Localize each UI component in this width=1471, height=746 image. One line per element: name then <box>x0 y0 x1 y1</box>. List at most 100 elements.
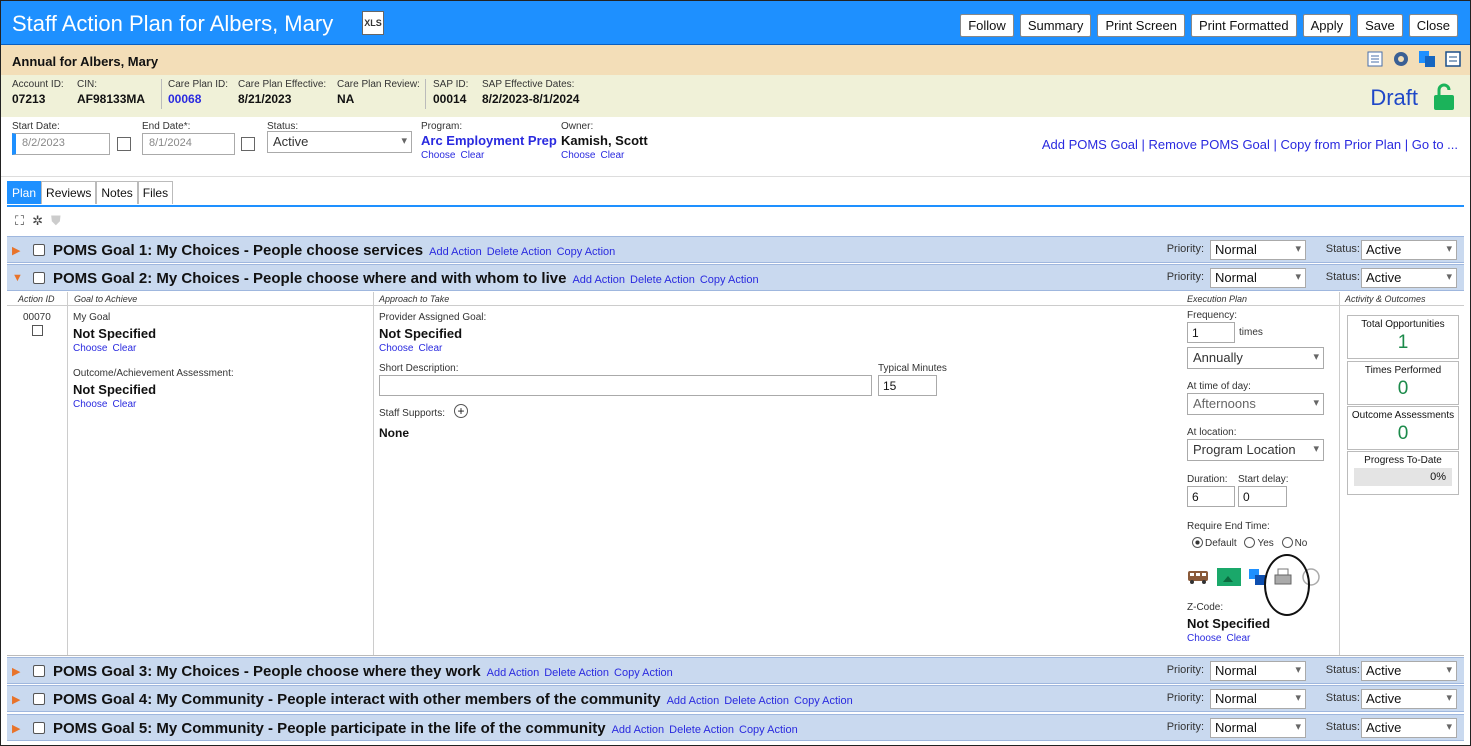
program-clear-link[interactable]: Clear <box>460 150 484 161</box>
provider-goal-clear-link[interactable]: Clear <box>418 343 442 354</box>
outcome-choose-link[interactable]: Choose <box>73 399 107 410</box>
xls-export-icon[interactable]: XLS <box>362 11 384 35</box>
goal-checkbox[interactable] <box>33 722 45 734</box>
owner-clear-link[interactable]: Clear <box>600 150 624 161</box>
expand-arrow-icon[interactable]: ▶ <box>12 665 20 678</box>
summary-button[interactable]: Summary <box>1019 14 1092 37</box>
outcome-assessments-box: Outcome Assessments 0 <box>1347 406 1459 450</box>
short-description-input[interactable] <box>379 375 872 396</box>
outcome-clear-link[interactable]: Clear <box>112 399 136 410</box>
progress-box: Progress To-Date 0% <box>1347 451 1459 495</box>
location-select[interactable]: Program Location <box>1187 439 1324 461</box>
close-button[interactable]: Close <box>1408 14 1458 37</box>
priority-select[interactable]: Normal <box>1210 689 1306 709</box>
copy-action-link[interactable]: Copy Action <box>614 667 673 679</box>
status-select[interactable]: Active <box>1361 268 1457 288</box>
subheader-icons <box>1366 50 1462 68</box>
zcode-clear-link[interactable]: Clear <box>1226 633 1250 644</box>
expand-all-icon[interactable]: ⛶ <box>15 213 24 229</box>
collapse-all-icon[interactable]: ✲ <box>32 213 43 229</box>
expand-arrow-icon[interactable]: ▶ <box>12 244 20 257</box>
status-select[interactable]: Active <box>1361 240 1457 260</box>
status-select[interactable]: Active <box>1361 661 1457 681</box>
start-delay-input[interactable]: 0 <box>1238 486 1287 507</box>
care-plan-id[interactable]: Care Plan ID: 00068 <box>168 79 228 106</box>
action-checkbox[interactable] <box>32 325 43 336</box>
provider-goal-choose-link[interactable]: Choose <box>379 343 413 354</box>
save-button[interactable]: Save <box>1357 14 1403 37</box>
typical-minutes-input[interactable]: 15 <box>878 375 937 396</box>
goal-row[interactable]: ▶ POMS Goal 3: My Choices - People choos… <box>7 657 1464 684</box>
tab-notes[interactable]: Notes <box>96 181 138 204</box>
goal-links[interactable]: Add POMS Goal | Remove POMS Goal | Copy … <box>1042 137 1458 152</box>
copy-icon[interactable] <box>1418 50 1436 68</box>
add-staff-support-icon[interactable]: + <box>454 404 468 418</box>
copy-action-link[interactable]: Copy Action <box>557 246 616 258</box>
image-icon[interactable] <box>1217 568 1241 589</box>
end-date-input[interactable]: 8/1/2024 <box>142 133 235 155</box>
apply-button[interactable]: Apply <box>1302 14 1352 37</box>
status-select[interactable]: Active <box>1361 718 1457 738</box>
program-choose-link[interactable]: Choose <box>421 150 455 161</box>
goal-row[interactable]: ▶ POMS Goal 4: My Community - People int… <box>7 685 1464 712</box>
unlocked-icon[interactable] <box>1432 83 1456 111</box>
goal-checkbox[interactable] <box>33 244 45 256</box>
radio-no[interactable] <box>1281 537 1293 548</box>
list-icon[interactable] <box>1366 50 1384 68</box>
owner-choose-link[interactable]: Choose <box>561 150 595 161</box>
add-action-link[interactable]: Add Action <box>667 695 720 707</box>
print-formatted-button[interactable]: Print Formatted <box>1190 14 1297 37</box>
my-goal-clear-link[interactable]: Clear <box>112 343 136 354</box>
copy-action-link[interactable]: Copy Action <box>739 724 798 736</box>
priority-select[interactable]: Normal <box>1210 718 1306 738</box>
calendar-icon[interactable] <box>117 137 131 151</box>
radio-default[interactable] <box>1192 537 1203 548</box>
copy-blue-icon[interactable] <box>1249 569 1265 588</box>
add-action-link[interactable]: Add Action <box>429 246 482 258</box>
tab-files[interactable]: Files <box>137 181 174 204</box>
duration-input[interactable]: 6 <box>1187 486 1235 507</box>
typical-minutes-label: Typical Minutes <box>878 363 947 374</box>
expand-arrow-icon[interactable]: ▶ <box>12 722 20 735</box>
goal-row[interactable]: ▶ POMS Goal 1: My Choices - People choos… <box>7 236 1464 263</box>
time-of-day-select[interactable]: Afternoons <box>1187 393 1324 415</box>
delete-action-link[interactable]: Delete Action <box>630 274 695 286</box>
goal-row[interactable]: ▼ POMS Goal 2: My Choices - People choos… <box>7 264 1464 291</box>
goal-checkbox[interactable] <box>33 272 45 284</box>
delete-action-link[interactable]: Delete Action <box>487 246 552 258</box>
tab-reviews[interactable]: Reviews <box>41 181 97 204</box>
document-icon[interactable] <box>1444 50 1462 68</box>
delete-action-link[interactable]: Delete Action <box>724 695 789 707</box>
follow-button[interactable]: Follow <box>960 14 1014 37</box>
goal-checkbox[interactable] <box>33 693 45 705</box>
status-select[interactable]: Active <box>267 131 412 153</box>
collapse-arrow-icon[interactable]: ▼ <box>12 272 23 284</box>
add-action-link[interactable]: Add Action <box>612 724 665 736</box>
delete-action-link[interactable]: Delete Action <box>544 667 609 679</box>
print-screen-button[interactable]: Print Screen <box>1097 14 1185 37</box>
add-action-link[interactable]: Add Action <box>487 667 540 679</box>
frequency-input[interactable]: 1 <box>1187 322 1235 343</box>
status-select[interactable]: Active <box>1361 689 1457 709</box>
radio-yes[interactable] <box>1244 537 1256 548</box>
start-date-input[interactable]: 8/2/2023 <box>12 133 110 155</box>
copy-action-link[interactable]: Copy Action <box>700 274 759 286</box>
goal-checkbox[interactable] <box>33 665 45 677</box>
copy-action-link[interactable]: Copy Action <box>794 695 853 707</box>
goal-row[interactable]: ▶ POMS Goal 5: My Community - People par… <box>7 714 1464 741</box>
calendar-icon[interactable] <box>241 137 255 151</box>
priority-select[interactable]: Normal <box>1210 240 1306 260</box>
add-action-link[interactable]: Add Action <box>572 274 625 286</box>
program-value[interactable]: Arc Employment Prep <box>421 133 557 148</box>
tab-plan[interactable]: Plan <box>7 181 42 204</box>
priority-select[interactable]: Normal <box>1210 661 1306 681</box>
bus-icon[interactable] <box>1187 569 1209 588</box>
period-select[interactable]: Annually <box>1187 347 1324 369</box>
expand-arrow-icon[interactable]: ▶ <box>12 693 20 706</box>
sap-id: SAP ID: 00014 <box>433 79 469 106</box>
gear-icon[interactable] <box>1392 50 1410 68</box>
my-goal-choose-link[interactable]: Choose <box>73 343 107 354</box>
priority-select[interactable]: Normal <box>1210 268 1306 288</box>
zcode-choose-link[interactable]: Choose <box>1187 633 1221 644</box>
delete-action-link[interactable]: Delete Action <box>669 724 734 736</box>
